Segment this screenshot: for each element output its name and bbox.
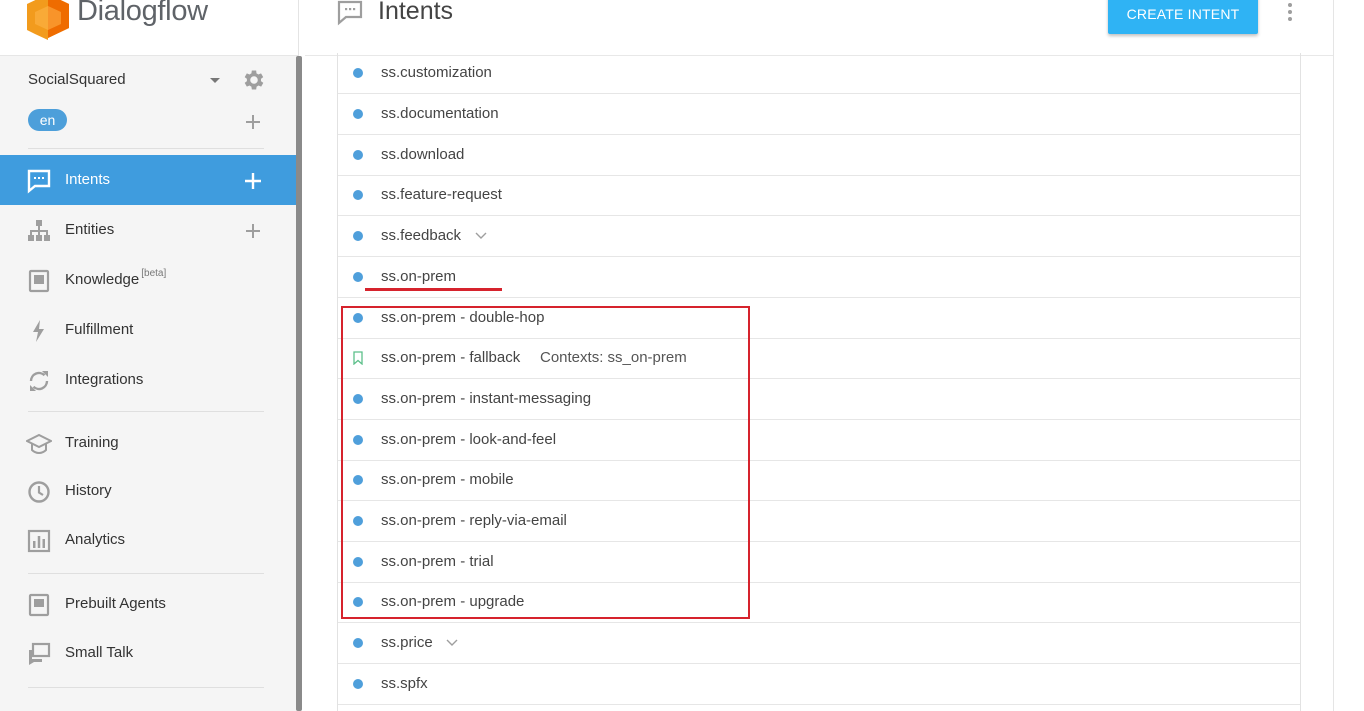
gear-icon[interactable] xyxy=(241,67,267,93)
chevron-down-icon[interactable] xyxy=(446,638,458,648)
add-language-icon[interactable] xyxy=(244,113,262,131)
sidebar-item-label: History xyxy=(65,482,112,499)
intent-row[interactable]: ss.price xyxy=(338,623,1300,664)
brand-header: Dialogflow xyxy=(0,0,298,56)
intent-row[interactable]: ss.download xyxy=(338,135,1300,176)
intent-row[interactable]: ss.feature-request xyxy=(338,175,1300,216)
sidebar-item-label: Knowledge xyxy=(65,271,140,288)
create-intent-button[interactable]: CREATE INTENT xyxy=(1108,0,1258,34)
clock-icon xyxy=(28,481,50,503)
add-intent-icon[interactable] xyxy=(244,172,262,190)
caret-down-icon[interactable] xyxy=(209,74,221,86)
sidebar-item-label: Entities xyxy=(65,221,115,238)
brand-name: Dialogflow xyxy=(77,0,208,27)
chat-icon xyxy=(337,0,363,26)
beta-badge: [beta] xyxy=(141,268,167,279)
intent-name[interactable]: ss.customization xyxy=(381,64,492,81)
intent-status-dot xyxy=(353,231,363,241)
sidebar-item-entities[interactable]: Entities xyxy=(0,205,298,255)
annotation-highlight-box xyxy=(341,306,750,619)
divider xyxy=(28,573,264,574)
intent-status-dot xyxy=(353,638,363,648)
intent-row[interactable]: ss.documentation xyxy=(338,94,1300,135)
sidebar-item-label: Intents xyxy=(65,171,111,188)
sidebar-item-label: Small Talk xyxy=(65,644,134,661)
sync-icon xyxy=(29,371,49,391)
content-edge xyxy=(1333,0,1334,711)
chat-icon xyxy=(27,169,51,194)
bolt-icon xyxy=(33,320,44,342)
intent-status-dot xyxy=(353,272,363,282)
bar-chart-icon xyxy=(27,529,51,553)
page-title: Intents xyxy=(378,0,454,25)
language-chip[interactable]: en xyxy=(28,109,67,131)
sidebar: Dialogflow SocialSquared en Intents Enti… xyxy=(0,0,299,711)
chevron-down-icon[interactable] xyxy=(475,231,487,241)
sidebar-item-fulfillment[interactable]: Fulfillment xyxy=(0,305,298,355)
page-header: Intents CREATE INTENT xyxy=(305,0,1333,56)
intent-name[interactable]: ss.spfx xyxy=(381,675,428,692)
sidebar-item-small-talk[interactable]: Small Talk xyxy=(0,628,298,678)
intent-status-dot xyxy=(353,150,363,160)
agent-name[interactable]: SocialSquared xyxy=(28,71,126,88)
sidebar-item-intents[interactable]: Intents xyxy=(0,155,298,205)
add-entity-icon[interactable] xyxy=(244,222,262,240)
book-icon xyxy=(28,269,50,293)
sidebar-item-history[interactable]: History xyxy=(0,466,298,516)
intent-row[interactable]: ss.customization xyxy=(338,53,1300,94)
sidebar-item-label: Prebuilt Agents xyxy=(65,595,166,612)
sidebar-item-integrations[interactable]: Integrations xyxy=(0,355,298,405)
intent-name[interactable]: ss.download xyxy=(381,146,464,163)
sidebar-item-label: Integrations xyxy=(65,371,144,388)
intent-name[interactable]: ss.feedback xyxy=(381,227,461,244)
intent-status-dot xyxy=(353,679,363,689)
intent-name[interactable]: ss.price xyxy=(381,634,433,651)
intent-name[interactable]: ss.on-prem xyxy=(381,268,456,285)
divider xyxy=(28,148,264,149)
sidebar-item-label-group: Knowledge [beta] xyxy=(65,268,167,288)
sidebar-item-label: Analytics xyxy=(65,531,126,548)
hierarchy-icon xyxy=(28,220,50,241)
intent-status-dot xyxy=(353,109,363,119)
sidebar-item-label: Fulfillment xyxy=(65,321,134,338)
sidebar-scrollbar[interactable] xyxy=(296,56,302,711)
divider xyxy=(28,411,264,412)
graduation-cap-icon xyxy=(26,433,52,455)
chat-bubbles-icon xyxy=(29,642,51,665)
sidebar-item-analytics[interactable]: Analytics xyxy=(0,515,298,565)
sidebar-item-label: Training xyxy=(65,434,119,451)
agent-box-icon xyxy=(28,593,50,617)
intent-row[interactable]: ss.on-prem xyxy=(338,257,1300,298)
sidebar-item-prebuilt-agents[interactable]: Prebuilt Agents xyxy=(0,579,298,629)
intent-name[interactable]: ss.documentation xyxy=(381,105,499,122)
annotation-underline xyxy=(365,288,502,291)
more-options-icon[interactable] xyxy=(1285,2,1295,24)
divider xyxy=(28,687,264,688)
intent-row[interactable]: ss.feedback xyxy=(338,216,1300,257)
dialogflow-logo-icon[interactable] xyxy=(27,0,69,42)
sidebar-item-training[interactable]: Training xyxy=(0,418,298,468)
intent-status-dot xyxy=(353,68,363,78)
intent-status-dot xyxy=(353,190,363,200)
intent-name[interactable]: ss.feature-request xyxy=(381,186,502,203)
intent-row[interactable]: ss.spfx xyxy=(338,664,1300,705)
sidebar-item-knowledge[interactable]: Knowledge [beta] xyxy=(0,255,298,305)
